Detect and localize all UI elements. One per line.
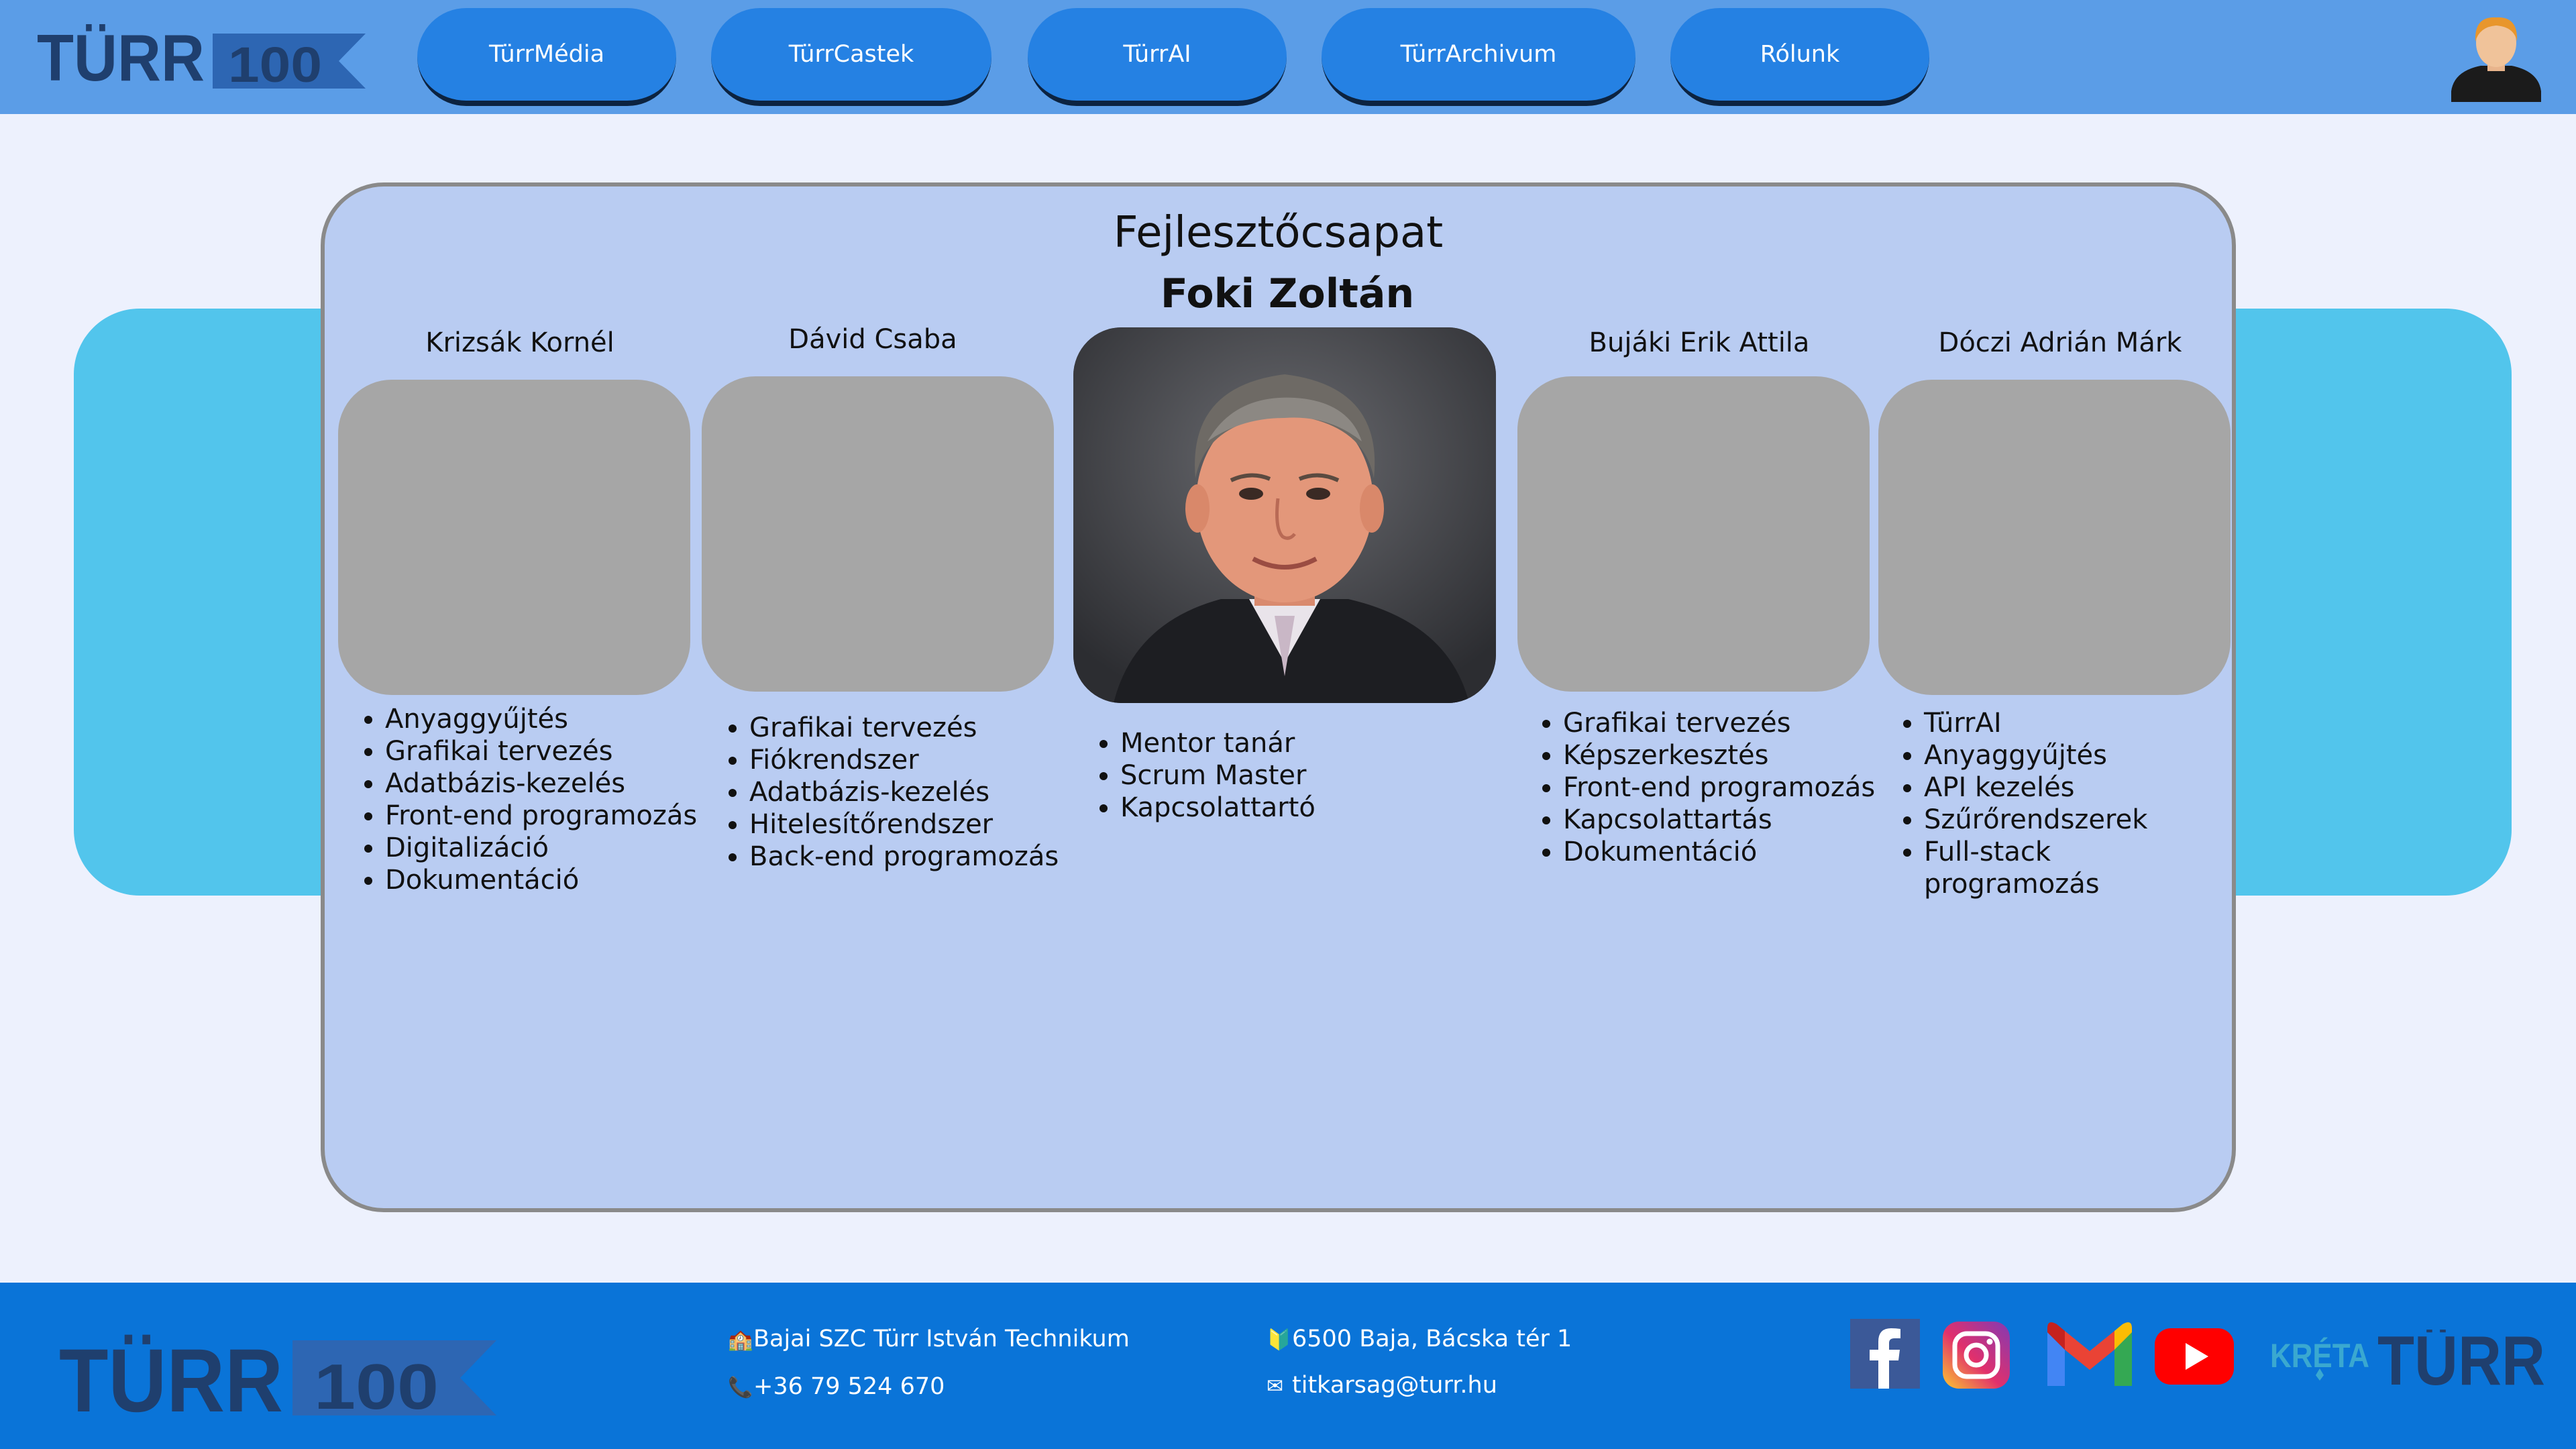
role-item: Szűrőrendszerek bbox=[1924, 804, 2232, 836]
school-building-icon: 🏫 bbox=[728, 1328, 753, 1352]
role-item: Scrum Master bbox=[1120, 759, 1316, 792]
nav-rolunk-button[interactable]: Rólunk bbox=[1670, 8, 1929, 106]
member-name-krizsak: Krizsák Kornél bbox=[425, 327, 614, 358]
role-item: Digitalizáció bbox=[385, 832, 697, 864]
member-photo-placeholder bbox=[1517, 376, 1870, 692]
envelope-icon: ✉ bbox=[1267, 1375, 1284, 1398]
email-link[interactable]: ✉ titkarsag@turr.hu bbox=[1267, 1372, 1497, 1399]
role-item: Képszerkesztés bbox=[1563, 739, 1875, 771]
turr-logo[interactable]: TÜRR bbox=[2377, 1330, 2545, 1389]
role-item: Kapcsolattartás bbox=[1563, 804, 1875, 836]
nav-turrcastek-button[interactable]: TürrCastek bbox=[711, 8, 991, 106]
svg-text:TÜRR: TÜRR bbox=[37, 24, 205, 89]
user-avatar-icon[interactable] bbox=[2449, 12, 2544, 102]
gmail-icon[interactable] bbox=[2047, 1322, 2132, 1389]
role-item: Dokumentáció bbox=[385, 864, 697, 896]
facebook-icon[interactable] bbox=[1850, 1319, 1920, 1389]
role-item: Kapcsolattartó bbox=[1120, 792, 1316, 824]
turr100-logo[interactable]: TÜRR 100 bbox=[37, 24, 366, 89]
role-item: Mentor tanár bbox=[1120, 727, 1316, 759]
role-item: Grafikai tervezés bbox=[1563, 707, 1875, 739]
youtube-icon[interactable] bbox=[2155, 1328, 2234, 1385]
member-photo-placeholder bbox=[702, 376, 1054, 692]
member-roles-list: Grafikai tervezés Fiókrendszer Adatbázis… bbox=[710, 712, 1059, 873]
role-item: Dokumentáció bbox=[1563, 836, 1875, 868]
kreta-logo[interactable]: KRÉTA bbox=[2270, 1332, 2369, 1382]
role-item: API kezelés bbox=[1924, 771, 2232, 804]
mentor-photo bbox=[1073, 327, 1496, 703]
turr100-footer-logo[interactable]: TÜRR 100 bbox=[59, 1334, 496, 1421]
member-roles-list: TürrAI Anyaggyűjtés API kezelés Szűrőren… bbox=[1885, 707, 2232, 900]
member-roles-list: Anyaggyűjtés Grafikai tervezés Adatbázis… bbox=[346, 703, 697, 896]
mentor-roles-list: Mentor tanár Scrum Master Kapcsolattartó bbox=[1081, 727, 1316, 824]
footer: TÜRR 100 🏫Bajai SZC Türr István Techniku… bbox=[0, 1283, 2576, 1449]
nav-turrmedia-button[interactable]: TürrMédia bbox=[417, 8, 676, 106]
school-address: 🔰6500 Baja, Bácska tér 1 bbox=[1267, 1326, 1572, 1352]
member-name-doczi: Dóczi Adrián Márk bbox=[1938, 327, 2182, 358]
top-navbar: TÜRR 100 TürrMédia TürrCastek TürrAI Tür… bbox=[0, 0, 2576, 114]
svg-text:TÜRR: TÜRR bbox=[59, 1334, 283, 1421]
role-item: TürrAI bbox=[1924, 707, 2232, 739]
member-photo-placeholder bbox=[1878, 380, 2231, 695]
instagram-icon[interactable] bbox=[1943, 1322, 2010, 1389]
phone-number[interactable]: 📞+36 79 524 670 bbox=[728, 1373, 945, 1400]
role-item: Anyaggyűjtés bbox=[1924, 739, 2232, 771]
school-name: 🏫Bajai SZC Türr István Technikum bbox=[728, 1326, 1130, 1352]
role-item: Adatbázis-kezelés bbox=[749, 776, 1059, 808]
role-item: Adatbázis-kezelés bbox=[385, 767, 697, 800]
phone-icon: 📞 bbox=[728, 1376, 753, 1399]
nav-turrarchivum-button[interactable]: TürrArchivum bbox=[1322, 8, 1635, 106]
nav-turrai-button[interactable]: TürrAI bbox=[1028, 8, 1287, 106]
svg-text:100: 100 bbox=[228, 37, 322, 89]
page-title: Fejlesztőcsapat bbox=[1113, 208, 1444, 258]
map-pin-icon: 🔰 bbox=[1267, 1328, 1292, 1352]
role-item: Fiókrendszer bbox=[749, 744, 1059, 776]
role-item: Front-end programozás bbox=[1563, 771, 1875, 804]
member-name-bujaki: Bujáki Erik Attila bbox=[1589, 327, 1810, 358]
role-item: Grafikai tervezés bbox=[385, 735, 697, 767]
member-roles-list: Grafikai tervezés Képszerkesztés Front-e… bbox=[1524, 707, 1875, 868]
role-item: Hitelesítőrendszer bbox=[749, 808, 1059, 841]
role-item: Grafikai tervezés bbox=[749, 712, 1059, 744]
member-name-david: Dávid Csaba bbox=[788, 324, 957, 355]
role-item: Back-end programozás bbox=[749, 841, 1059, 873]
role-item: Anyaggyűjtés bbox=[385, 703, 697, 735]
mentor-name: Foki Zoltán bbox=[1160, 270, 1415, 317]
team-card: Fejlesztőcsapat Krizsák Kornél Anyaggyűj… bbox=[321, 182, 2236, 1212]
svg-text:TÜRR: TÜRR bbox=[2377, 1330, 2545, 1389]
role-item: Front-end programozás bbox=[385, 800, 697, 832]
member-photo-placeholder bbox=[338, 380, 690, 695]
role-item: Full-stack programozás bbox=[1924, 836, 2232, 900]
svg-text:100: 100 bbox=[314, 1351, 439, 1421]
